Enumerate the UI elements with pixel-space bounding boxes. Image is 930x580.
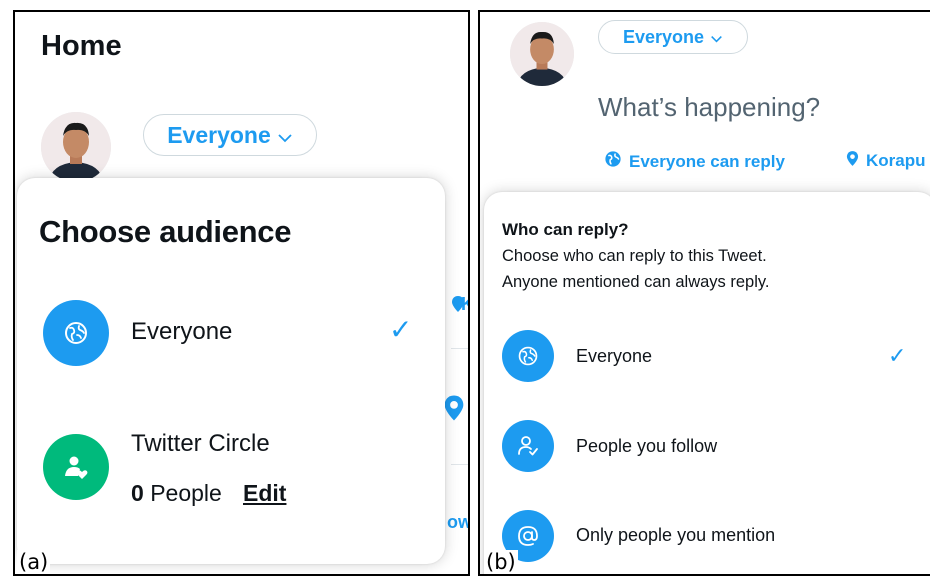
check-icon: ✓ [888,343,907,368]
page-title: Home [41,30,122,62]
choose-audience-popover: Choose audience Everyone ✓ Twitter Circl… [17,178,445,564]
location-pin-icon [846,150,859,172]
popover-title: Choose audience [39,214,292,249]
reply-option-people-you-follow[interactable]: People you follow [576,436,717,457]
reply-option-only-people-you-mention[interactable]: Only people you mention [576,525,775,546]
circle-people-count: 0 People [131,480,222,507]
popover-description: Choose who can reply to this Tweet. Anyo… [502,243,922,295]
globe-icon[interactable] [43,300,109,366]
circle-count-number: 0 [131,480,144,506]
popover-description-line: Choose who can reply to this Tweet. [502,247,767,265]
panel-label-b: (b) [484,550,518,574]
chevron-down-icon [710,27,723,48]
divider [451,464,468,465]
panel-b-who-can-reply: Everyone What’s happening? Everyone can … [478,10,930,576]
circle-people-icon[interactable] [43,434,109,500]
compose-placeholder[interactable]: What’s happening? [598,92,820,123]
audience-select-label: Everyone [622,26,705,47]
location-label: Korapu [866,151,926,170]
peek-text: ow [447,512,470,532]
popover-title: Who can reply? [502,220,629,239]
globe-icon[interactable] [502,330,554,382]
reply-setting-label: Everyone can reply [629,151,785,171]
circle-count-suffix: People [150,480,222,506]
divider [451,348,468,349]
panel-a-choose-audience: Home Everyone K ow Choose audience [13,10,470,576]
reply-setting-button[interactable]: Everyone can reply [604,150,785,173]
chevron-down-icon [277,122,293,149]
location-tag[interactable]: Korapu [846,150,926,172]
follow-person-icon[interactable] [502,420,554,472]
audience-select-button[interactable]: Everyone [143,114,317,156]
who-can-reply-popover: Who can reply? Choose who can reply to t… [484,192,930,574]
panel-label-a: (a) [17,550,51,574]
avatar[interactable] [41,112,111,182]
audience-select-button[interactable]: Everyone [598,20,748,54]
globe-icon [604,150,622,173]
check-icon: ✓ [389,314,413,345]
audience-option-everyone[interactable]: Everyone [131,318,232,346]
audience-select-label: Everyone [167,121,271,148]
peek-text: K [461,294,468,315]
reply-option-everyone[interactable]: Everyone [576,346,652,367]
location-icon-peek-2 [443,394,465,427]
avatar[interactable] [510,22,574,86]
audience-option-twitter-circle[interactable]: Twitter Circle [131,430,270,458]
edit-circle-link[interactable]: Edit [243,480,286,507]
popover-description-line: Anyone mentioned can always reply. [502,273,770,291]
